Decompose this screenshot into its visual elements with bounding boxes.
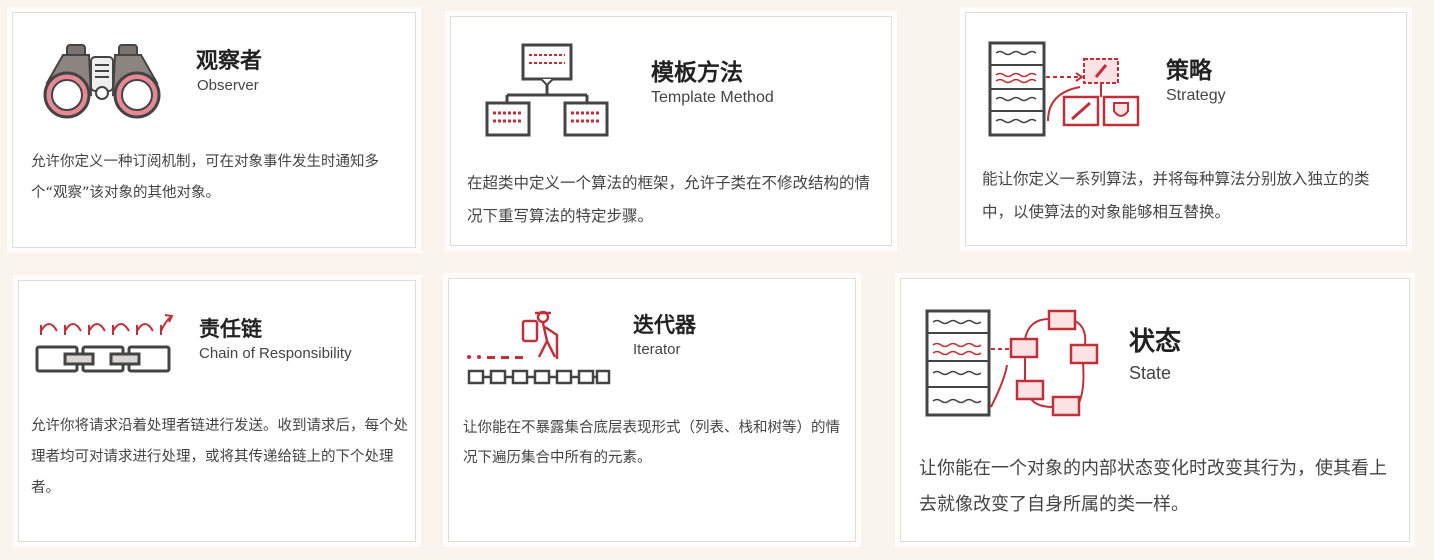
- card-description: 让你能在一个对象的内部状态变化时改变其行为，使其看上去就像改变了自身所属的类一样…: [919, 458, 1387, 515]
- pattern-card-template-method[interactable]: 模板方法 Template Method 在超类中定义一个算法的框架，允许子类在…: [450, 16, 892, 246]
- binoculars-icon: [37, 39, 167, 119]
- hiker-iterator-icon: [465, 305, 613, 389]
- card-description: 在超类中定义一个算法的框架，允许子类在不修改结构的情况下重写算法的特定步骤。: [467, 174, 871, 225]
- pattern-card-iterator[interactable]: 迭代器 Iterator 让你能在不暴露集合底层表现形式（列表、栈和树等）的情况…: [448, 278, 856, 542]
- card-description: 允许你将请求沿着处理者链进行发送。收到请求后，每个处理者均可对请求进行处理，或将…: [31, 418, 408, 496]
- card-subtitle: Strategy: [1166, 87, 1226, 104]
- card-description: 允许你定义一种订阅机制，可在对象事件发生时通知多个“观察”该对象的其他对象。: [31, 154, 379, 201]
- pattern-card-observer[interactable]: 观察者 Observer 允许你定义一种订阅机制，可在对象事件发生时通知多个“观…: [12, 12, 416, 248]
- card-subtitle: Template Method: [651, 89, 774, 106]
- pattern-card-state[interactable]: 状态 State 让你能在一个对象的内部状态变化时改变其行为，使其看上去就像改变…: [900, 278, 1410, 542]
- card-subtitle: Observer: [197, 77, 259, 94]
- card-description: 让你能在不暴露集合底层表现形式（列表、栈和树等）的情况下遍历集合中所有的元素。: [463, 420, 840, 466]
- card-description: 能让你定义一系列算法，并将每种算法分别放入独立的类中，以使算法的对象能够相互替换…: [982, 170, 1370, 221]
- template-hierarchy-icon: [485, 43, 611, 139]
- card-subtitle: Chain of Responsibility: [199, 345, 352, 362]
- card-subtitle: State: [1129, 363, 1172, 383]
- card-title: 状态: [1129, 327, 1182, 357]
- pattern-card-chain-of-responsibility[interactable]: 责任链 Chain of Responsibility 允许你将请求沿着处理者链…: [18, 280, 416, 542]
- chain-icon: [35, 313, 175, 377]
- card-title: 模板方法: [651, 60, 743, 86]
- strategy-icon: [988, 41, 1144, 137]
- pattern-card-strategy[interactable]: 策略 Strategy 能让你定义一系列算法，并将每种算法分别放入独立的类中，以…: [965, 12, 1407, 246]
- card-subtitle: Iterator: [633, 341, 681, 358]
- card-title: 观察者: [196, 49, 263, 74]
- state-machine-icon: [925, 309, 1101, 419]
- card-title: 责任链: [199, 317, 262, 341]
- card-title: 策略: [1166, 58, 1212, 84]
- card-title: 迭代器: [633, 313, 696, 337]
